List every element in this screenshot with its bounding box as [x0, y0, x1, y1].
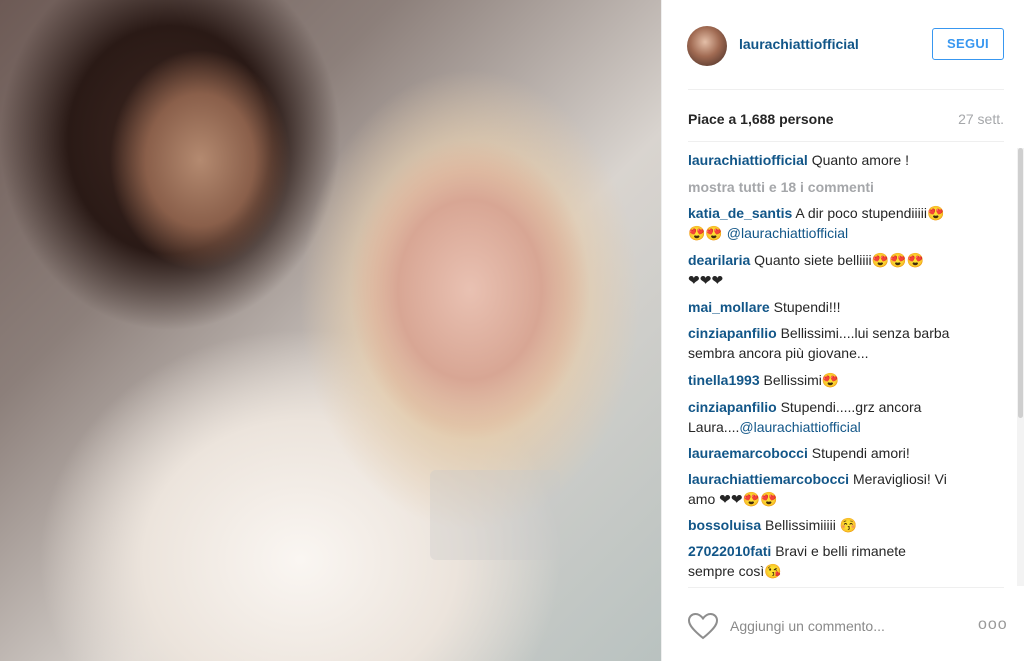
follow-button[interactable]: SEGUI: [932, 28, 1004, 60]
scrollbar-thumb[interactable]: [1018, 148, 1023, 418]
comment-text-cont: sempre così😘: [688, 563, 782, 579]
comment: cinziapanfilio Stupendi.....grz ancora L…: [688, 397, 988, 437]
comment-user[interactable]: katia_de_santis: [688, 205, 792, 221]
heart-outline-icon[interactable]: [687, 612, 719, 640]
comment: cinziapanfilio Bellissimi....lui senza b…: [688, 323, 988, 363]
comment-user[interactable]: dearilaria: [688, 252, 750, 268]
comments-list: laurachiattiofficial Quanto amore ! most…: [688, 150, 988, 581]
avatar[interactable]: [687, 26, 727, 66]
comment-text: Bellissimiiiii 😚: [765, 517, 858, 533]
add-comment-input[interactable]: [730, 618, 930, 634]
comment-mention[interactable]: @laurachiattiofficial: [727, 225, 848, 241]
comment: laurachiattiemarcobocci Meravigliosi! Vi…: [688, 469, 988, 509]
comment-text-cont: Laura....: [688, 419, 740, 435]
comment-mention[interactable]: @laurachiattiofficial: [739, 419, 860, 435]
comment-text: Quanto siete belliiii😍😍😍: [754, 252, 924, 268]
comment-user[interactable]: tinella1993: [688, 372, 760, 388]
comment-text-cont: amo ❤❤😍😍: [688, 491, 778, 507]
likes-divider: [688, 141, 1004, 142]
comment: mai_mollare Stupendi!!!: [688, 297, 988, 317]
footer-divider: [688, 587, 1004, 588]
comment-user[interactable]: laurachiattiemarcobocci: [688, 471, 849, 487]
comment-text: Meravigliosi! Vi: [852, 471, 947, 487]
post-date[interactable]: 27 sett.: [958, 111, 1004, 127]
comment-text: Stupendi.....grz ancora: [780, 399, 922, 415]
post-side-panel: laurachiattiofficial SEGUI Piace a 1,688…: [661, 0, 1027, 661]
header-divider: [688, 89, 1004, 90]
caption: laurachiattiofficial Quanto amore !: [688, 150, 988, 170]
comment-user[interactable]: bossoluisa: [688, 517, 761, 533]
comment-text: Stupendi!!!: [773, 299, 841, 315]
likes-count[interactable]: Piace a 1,688 persone: [688, 111, 834, 127]
comment-text: Stupendi amori!: [811, 445, 910, 461]
comment-text-cont: ❤❤❤: [688, 272, 724, 288]
comment-user[interactable]: cinziapanfilio: [688, 399, 777, 415]
comment: katia_de_santis A dir poco stupendiiiii😍…: [688, 203, 988, 243]
comments-scrollbar[interactable]: [1017, 148, 1024, 586]
comment-user[interactable]: cinziapanfilio: [688, 325, 777, 341]
photo-shirt-print: [430, 470, 560, 560]
comment-text: A dir poco stupendiiiii😍: [795, 205, 945, 221]
comment: lauraemarcobocci Stupendi amori!: [688, 443, 988, 463]
comment-user[interactable]: 27022010fati: [688, 543, 771, 559]
comment-text: Bellissimi....lui senza barba: [780, 325, 950, 341]
more-options-icon[interactable]: ooo: [978, 616, 1008, 634]
likes-row: Piace a 1,688 persone 27 sett.: [688, 111, 1004, 131]
comment-text-cont: sembra ancora più giovane...: [688, 345, 869, 361]
post-footer: ooo: [662, 598, 1027, 658]
comment: 27022010fati Bravi e belli rimanete semp…: [688, 541, 988, 581]
username-link[interactable]: laurachiattiofficial: [739, 36, 859, 52]
show-all-label[interactable]: mostra tutti e 18 i commenti: [688, 179, 874, 195]
post-photo[interactable]: [0, 0, 661, 661]
comment-text: Bravi e belli rimanete: [775, 543, 906, 559]
show-all-comments-link[interactable]: mostra tutti e 18 i commenti: [688, 177, 988, 197]
comment-user[interactable]: lauraemarcobocci: [688, 445, 808, 461]
caption-user[interactable]: laurachiattiofficial: [688, 152, 808, 168]
post-header: laurachiattiofficial SEGUI: [662, 0, 1027, 90]
comment-user[interactable]: mai_mollare: [688, 299, 770, 315]
comment: tinella1993 Bellissimi😍: [688, 370, 988, 390]
comment: bossoluisa Bellissimiiiii 😚: [688, 515, 988, 535]
comment-text: Bellissimi😍: [763, 372, 840, 388]
comment: dearilaria Quanto siete belliiii😍😍😍 ❤❤❤: [688, 250, 988, 290]
comment-text-cont: 😍😍: [688, 225, 723, 241]
caption-text: Quanto amore !: [811, 152, 909, 168]
